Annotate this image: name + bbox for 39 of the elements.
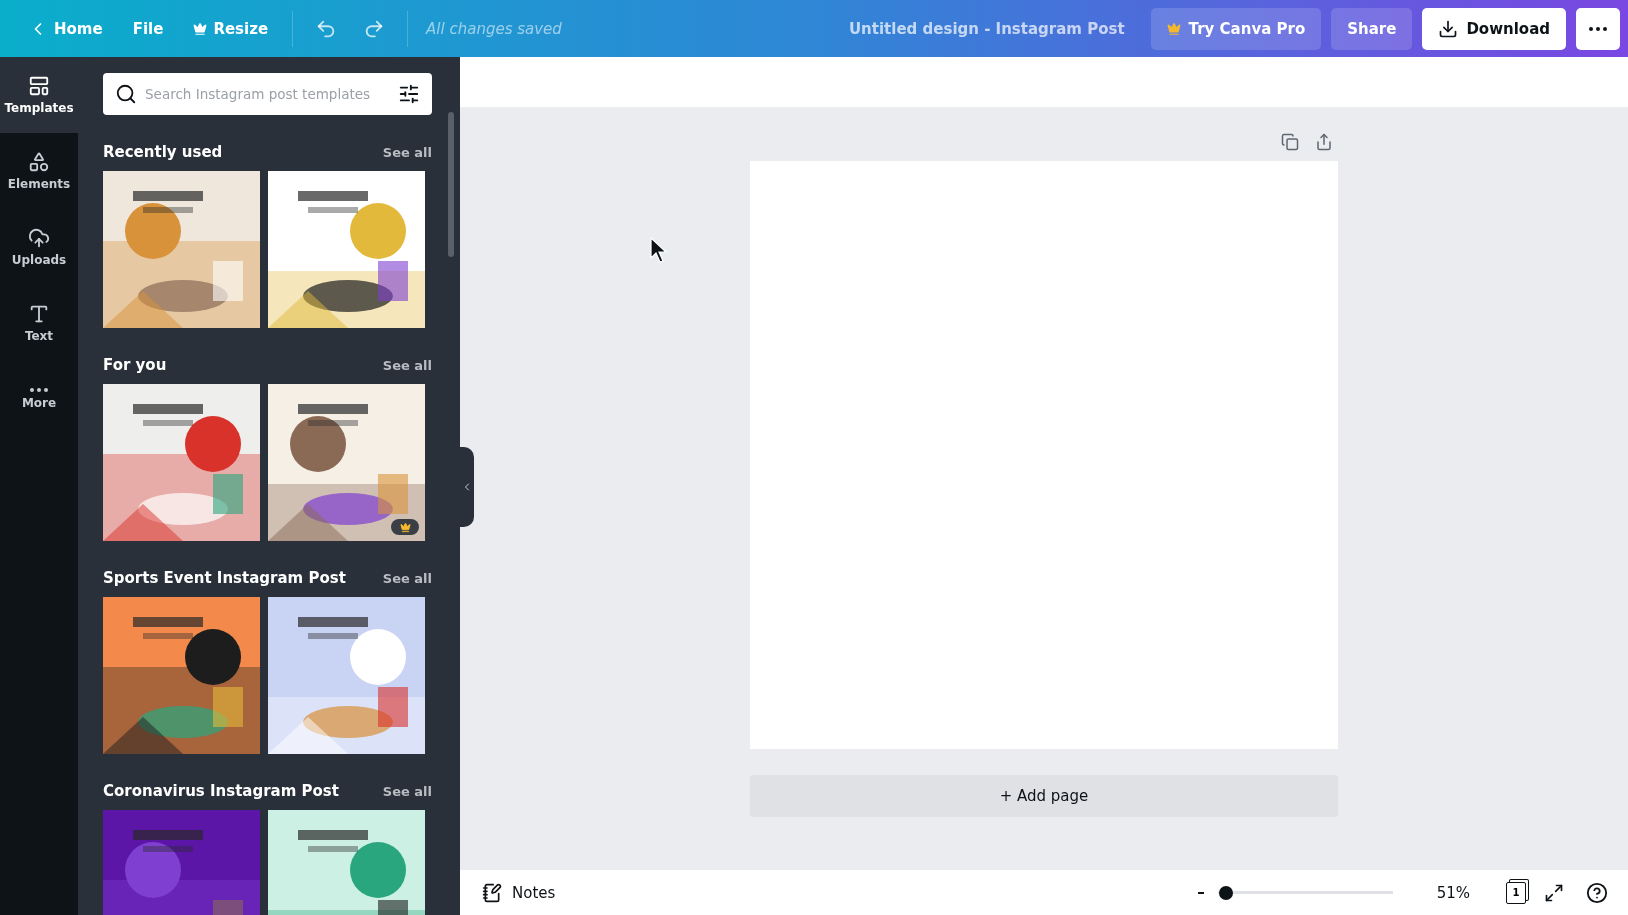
cursor-icon <box>650 237 670 263</box>
see-all-link[interactable]: See all <box>382 145 432 160</box>
upgrade-button[interactable]: Try Canva Pro <box>1150 7 1322 50</box>
search-icon <box>115 83 137 105</box>
more-button[interactable] <box>1576 7 1620 50</box>
more-icon <box>1589 26 1607 31</box>
minus-icon <box>1197 891 1204 894</box>
section-title: Recently used <box>103 143 223 161</box>
notes-icon <box>482 882 502 903</box>
crown-icon <box>399 521 411 533</box>
templates-icon <box>28 75 50 97</box>
upload-icon <box>28 227 50 249</box>
text-icon <box>28 303 50 325</box>
scrollbar[interactable] <box>448 112 454 257</box>
download-icon <box>1438 18 1459 39</box>
crown-icon <box>193 21 208 36</box>
add-page-button[interactable]: + Add page <box>750 775 1338 817</box>
sidebar-tab[interactable]: Templates <box>0 57 78 133</box>
zoom-level: 51% <box>1436 883 1470 902</box>
filter-icon[interactable] <box>398 83 420 105</box>
shapes-icon <box>28 151 50 173</box>
save-status: All changes saved <box>426 19 562 38</box>
see-all-link[interactable]: See all <box>382 358 432 373</box>
share-button[interactable]: Share <box>1331 7 1413 50</box>
section-title: Sports Event Instagram Post <box>103 569 346 587</box>
search-field[interactable]: Search Instagram post templates <box>103 73 432 115</box>
crown-icon <box>1166 21 1181 36</box>
notes-button[interactable]: Notes <box>476 881 562 904</box>
section-title: For you <box>103 356 167 374</box>
download-button[interactable]: Download <box>1422 7 1566 50</box>
share-icon[interactable] <box>1315 133 1333 151</box>
see-all-link[interactable]: See all <box>382 571 432 586</box>
see-all-link[interactable]: See all <box>382 784 432 799</box>
section-title: Coronavirus Instagram Post <box>103 782 339 800</box>
collapse-handle[interactable] <box>460 447 474 527</box>
duplicate-icon[interactable] <box>1281 133 1299 151</box>
more-icon <box>30 388 48 392</box>
page-count-button[interactable]: 1 <box>1506 881 1526 904</box>
slider-thumb[interactable] <box>1219 885 1234 900</box>
